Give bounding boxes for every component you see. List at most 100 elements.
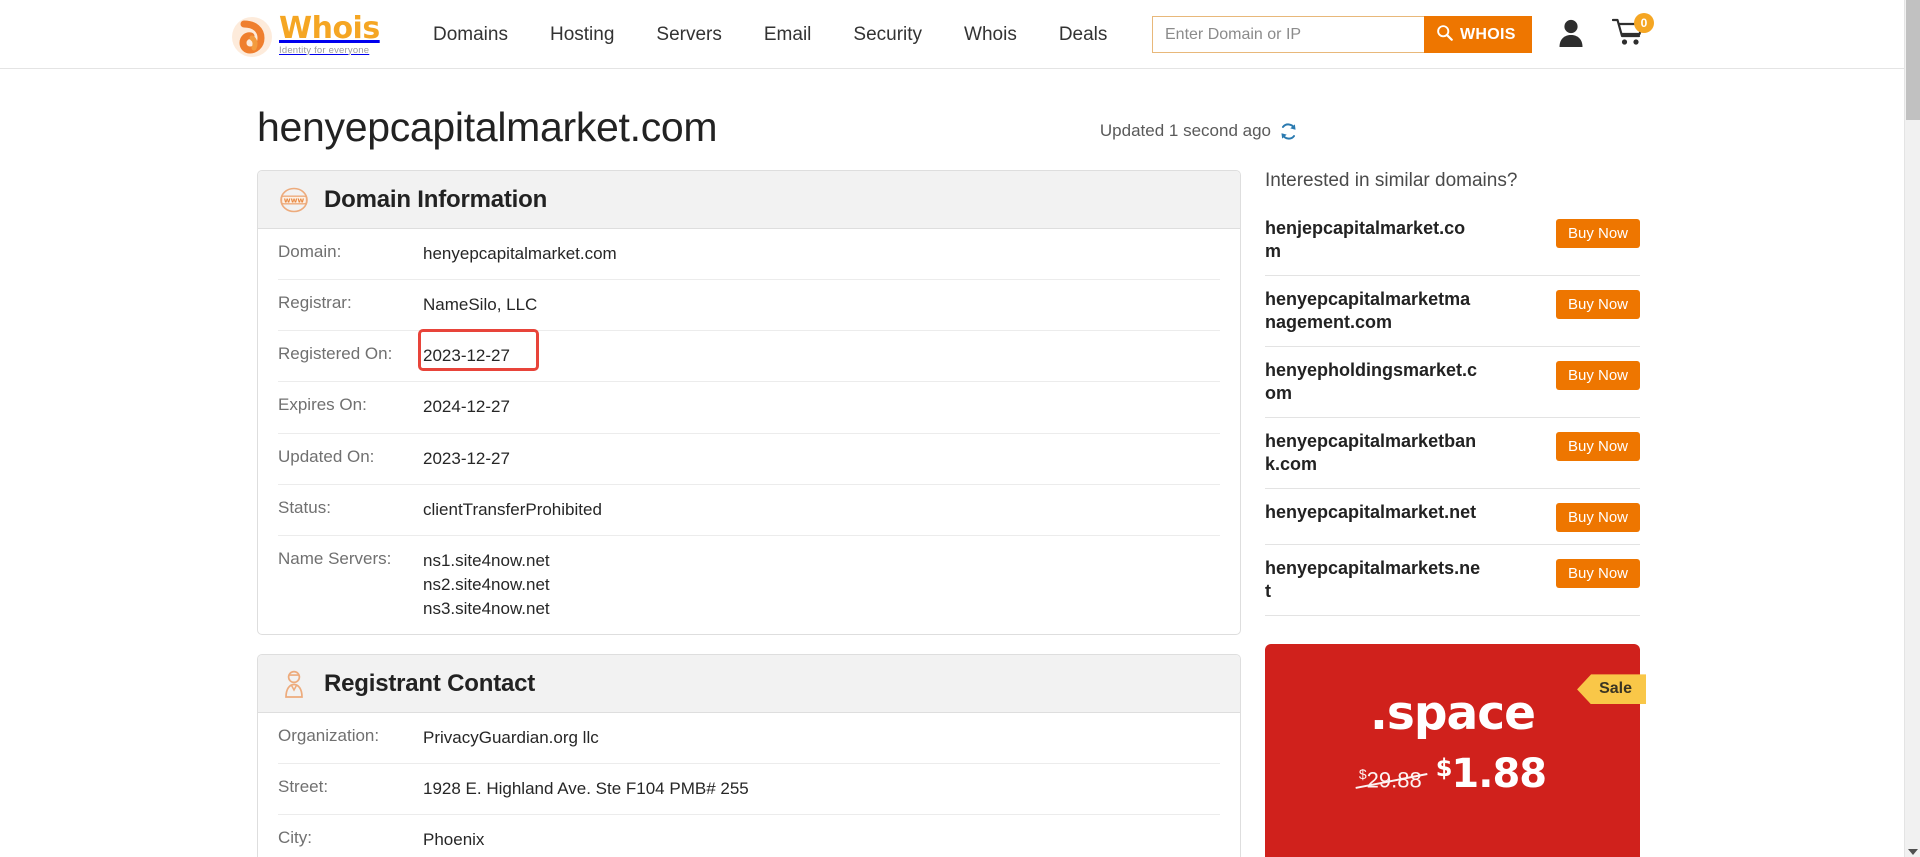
row-label: Updated On: bbox=[278, 446, 375, 466]
row-label: Name Servers: bbox=[278, 548, 392, 568]
row-label: Status: bbox=[278, 497, 331, 517]
row-label: Registered On: bbox=[278, 344, 393, 364]
list-item: henjepcapitalmarket.com Buy Now bbox=[1265, 205, 1640, 277]
page-scrollbar[interactable] bbox=[1904, 0, 1920, 857]
nav-item-hosting[interactable]: Hosting bbox=[529, 0, 635, 69]
buy-now-button[interactable]: Buy Now bbox=[1555, 361, 1640, 391]
scroll-down-arrow-icon[interactable] bbox=[1908, 849, 1918, 855]
refresh-icon[interactable] bbox=[1279, 122, 1298, 141]
registrant-contact-panel: Registrant Contact Organization: Privacy… bbox=[257, 654, 1241, 857]
main-navigation: Domains Hosting Servers Email Security W… bbox=[412, 0, 1128, 69]
similar-domain-name[interactable]: henyepcapitalmarkets.net bbox=[1265, 557, 1481, 603]
scrollbar-thumb[interactable] bbox=[1906, 0, 1920, 120]
account-icon[interactable] bbox=[1558, 18, 1584, 48]
table-row: Status: clientTransferProhibited bbox=[278, 485, 1220, 536]
row-label: Domain: bbox=[278, 242, 342, 262]
site-logo[interactable]: Whois Identity for everyone bbox=[231, 10, 380, 58]
whois-search-form: WHOIS bbox=[1152, 16, 1532, 53]
whois-logo-icon bbox=[231, 16, 273, 58]
list-item: henyepcapitalmarket.net Buy Now bbox=[1265, 489, 1640, 546]
domain-information-title: Domain Information bbox=[324, 185, 548, 213]
nav-item-security[interactable]: Security bbox=[832, 0, 943, 69]
buy-now-button[interactable]: Buy Now bbox=[1555, 219, 1640, 249]
browser-viewport: Whois Identity for everyone Domains Host… bbox=[0, 0, 1920, 857]
name-server-item: ns1.site4now.net bbox=[423, 550, 550, 570]
similar-domains-sidebar: Interested in similar domains? henjepcap… bbox=[1265, 170, 1646, 857]
sale-ribbon: Sale bbox=[1577, 674, 1646, 705]
row-value: NameSilo, LLC bbox=[423, 295, 538, 315]
row-value: 2023-12-27 bbox=[423, 346, 510, 366]
row-label: Organization: bbox=[278, 726, 380, 746]
nav-item-email[interactable]: Email bbox=[743, 0, 833, 69]
page-header-row: henyepcapitalmarket.com Updated 1 second… bbox=[257, 69, 1647, 150]
promo-new-currency: $ bbox=[1435, 754, 1453, 783]
list-item: henyepholdingsmarket.com Buy Now bbox=[1265, 347, 1640, 419]
site-header: Whois Identity for everyone Domains Host… bbox=[0, 0, 1920, 69]
row-value: 2024-12-27 bbox=[423, 397, 510, 417]
svg-text:www: www bbox=[284, 195, 305, 204]
table-row-registered-on: Registered On: 2023-12-27 bbox=[278, 329, 1220, 383]
search-input[interactable] bbox=[1152, 16, 1424, 53]
row-value: 1928 E. Highland Ave. Ste F104 PMB# 255 bbox=[423, 779, 749, 799]
table-row: Domain: henyepcapitalmarket.com bbox=[278, 229, 1220, 281]
row-value: clientTransferProhibited bbox=[423, 499, 602, 519]
nav-item-domains[interactable]: Domains bbox=[412, 0, 529, 69]
buy-now-button[interactable]: Buy Now bbox=[1555, 290, 1640, 320]
similar-domain-name[interactable]: henjepcapitalmarket.com bbox=[1265, 217, 1481, 263]
row-value: PrivacyGuardian.org llc bbox=[423, 728, 599, 748]
table-row: Street: 1928 E. Highland Ave. Ste F104 P… bbox=[278, 764, 1220, 816]
buy-now-button[interactable]: Buy Now bbox=[1555, 503, 1640, 533]
row-label: Street: bbox=[278, 777, 329, 797]
search-icon bbox=[1436, 24, 1453, 46]
promo-old-price: $29.88 bbox=[1359, 766, 1422, 793]
cart-count-badge: 0 bbox=[1634, 13, 1654, 33]
nav-item-whois[interactable]: Whois bbox=[943, 0, 1038, 69]
nav-item-deals[interactable]: Deals bbox=[1038, 0, 1129, 69]
promo-old-currency: $ bbox=[1358, 766, 1367, 783]
list-item: henyepcapitalmarketmanagement.com Buy No… bbox=[1265, 276, 1640, 348]
name-server-item: ns3.site4now.net bbox=[423, 599, 550, 619]
whois-search-button[interactable]: WHOIS bbox=[1424, 16, 1532, 53]
promo-old-amount: 29.88 bbox=[1366, 767, 1422, 793]
page-title: henyepcapitalmarket.com bbox=[257, 104, 718, 150]
registrant-contact-header: Registrant Contact bbox=[258, 655, 1240, 714]
updated-status: Updated 1 second ago bbox=[1100, 121, 1298, 141]
row-value: ns1.site4now.net ns2.site4now.net ns3.si… bbox=[423, 549, 550, 621]
promo-new-price: $1.88 bbox=[1435, 751, 1547, 798]
row-label: Expires On: bbox=[278, 395, 367, 415]
buy-now-button[interactable]: Buy Now bbox=[1555, 432, 1640, 462]
table-row: Registrar: NameSilo, LLC bbox=[278, 280, 1220, 332]
similar-domain-name[interactable]: henyepcapitalmarket.net bbox=[1265, 501, 1481, 524]
promo-price-row: $29.88 $1.88 bbox=[1265, 751, 1640, 797]
page-content: henyepcapitalmarket.com Updated 1 second… bbox=[0, 69, 1904, 857]
promo-banner-space-tld[interactable]: Sale .space $29.88 $1.88 bbox=[1265, 644, 1646, 857]
table-row: Organization: PrivacyGuardian.org llc bbox=[278, 713, 1220, 765]
two-column-layout: www Domain Information Domain: henyepcap… bbox=[257, 150, 1647, 857]
domain-information-panel: www Domain Information Domain: henyepcap… bbox=[257, 170, 1241, 636]
person-icon bbox=[278, 668, 310, 700]
buy-now-button[interactable]: Buy Now bbox=[1555, 559, 1640, 589]
list-item: henyepcapitalmarketbank.com Buy Now bbox=[1265, 418, 1640, 490]
domain-information-rows: Domain: henyepcapitalmarket.com Registra… bbox=[258, 229, 1240, 634]
table-row: Expires On: 2024-12-27 bbox=[278, 382, 1220, 434]
similar-domain-name[interactable]: henyepcapitalmarketmanagement.com bbox=[1265, 288, 1481, 334]
cart-icon[interactable]: 0 bbox=[1611, 13, 1654, 49]
list-item: henyepcapitalmarkets.net Buy Now bbox=[1265, 545, 1640, 617]
table-row-name-servers: Name Servers: ns1.site4now.net ns2.site4… bbox=[278, 536, 1220, 634]
row-value: Phoenix bbox=[423, 830, 485, 850]
similar-domain-name[interactable]: henyepcapitalmarketbank.com bbox=[1265, 430, 1481, 476]
row-label: Registrar: bbox=[278, 293, 352, 313]
table-row: Updated On: 2023-12-27 bbox=[278, 434, 1220, 485]
promo-new-amount: 1.88 bbox=[1451, 751, 1547, 798]
domain-information-header: www Domain Information bbox=[258, 171, 1240, 230]
row-value: henyepcapitalmarket.com bbox=[423, 244, 617, 264]
nav-item-servers[interactable]: Servers bbox=[635, 0, 742, 69]
row-value: 2023-12-27 bbox=[423, 448, 510, 468]
logo-wordmark: Whois bbox=[279, 10, 380, 46]
similar-domain-name[interactable]: henyepholdingsmarket.com bbox=[1265, 359, 1481, 405]
row-label: City: bbox=[278, 828, 312, 848]
www-globe-icon: www bbox=[278, 184, 310, 216]
main-column: www Domain Information Domain: henyepcap… bbox=[257, 170, 1241, 857]
logo-tagline: Identity for everyone bbox=[279, 44, 370, 56]
table-row: City: Phoenix bbox=[278, 815, 1220, 857]
